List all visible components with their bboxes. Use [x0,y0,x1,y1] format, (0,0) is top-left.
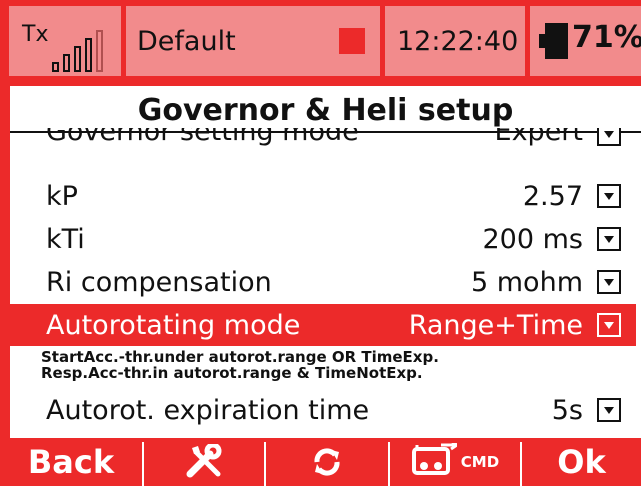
dropdown-arrow-icon[interactable] [597,313,621,337]
setting-label: Ri compensation [46,266,272,298]
setting-row-autorotating-mode[interactable]: Autorotating mode Range+Time [10,304,641,346]
scrollbar[interactable] [636,134,641,394]
ok-label: Ok [557,443,606,481]
battery-cell: 71% [530,6,641,76]
tx-signal-indicator: Tx [9,6,121,76]
setting-value: 5s [551,394,583,426]
info-line: Resp.Acc-thr.in autorot.range & TimeNotE… [41,364,423,382]
refresh-button[interactable] [266,438,388,486]
setting-label: Governor setting mode [46,128,359,147]
setting-row-ri-compensation[interactable]: Ri compensation 5 mohm [10,261,641,303]
dropdown-arrow-icon[interactable] [597,270,621,294]
setting-value: 200 ms [482,223,584,255]
cmd-button[interactable]: CMD [390,438,520,486]
setting-row-kp[interactable]: kP 2.57 [10,175,641,217]
setting-row-autorot-expiration[interactable]: Autorot. expiration time 5s [10,389,641,431]
setting-value: 5 mohm [471,266,583,298]
autorotation-info-text: StartAcc.-thr.under autorot.range OR Tim… [41,349,439,381]
battery-percent: 71% [572,20,641,55]
refresh-icon [314,448,340,476]
back-button[interactable]: Back [0,438,142,486]
dropdown-arrow-icon[interactable] [597,128,621,146]
setting-label: Autorot. expiration time [46,394,370,426]
info-line: StartAcc.-thr.under autorot.range OR Tim… [41,348,439,366]
setting-label: kTi [46,223,85,255]
setting-row-governor-mode[interactable]: Governor setting mode Expert [10,128,641,162]
clock: 12:22:40 [397,25,519,57]
transmitter-screen: Tx Default 12:22:40 71% Governor & Heli … [0,0,641,486]
bottom-button-bar: Back CMD Ok [0,438,641,486]
back-label: Back [27,443,115,481]
model-name: Default [137,25,236,57]
dropdown-arrow-icon[interactable] [597,184,621,208]
status-bar: Tx Default 12:22:40 71% [0,0,641,86]
cmd-label: CMD [460,453,500,471]
dropdown-arrow-icon[interactable] [597,398,621,422]
setting-label: Autorotating mode [46,309,301,341]
tools-button[interactable] [144,438,264,486]
main-panel: Governor & Heli setup Governor setting m… [10,86,641,438]
signal-bars-icon [52,20,112,72]
model-name-cell: Default [126,6,380,76]
transmitter-cmd-icon [411,443,457,475]
setting-row-kti[interactable]: kTi 200 ms [10,218,641,260]
wrench-screwdriver-icon [186,444,222,478]
model-indicator-icon [339,28,365,54]
tx-label: Tx [22,22,49,47]
page-title: Governor & Heli setup [137,93,514,128]
setting-value: Expert [494,128,583,147]
dropdown-arrow-icon[interactable] [597,227,621,251]
ok-button[interactable]: Ok [522,438,641,486]
setting-label: kP [46,180,78,212]
battery-icon [545,23,568,59]
setting-value: Range+Time [408,309,583,341]
clock-cell: 12:22:40 [385,6,525,76]
setting-value: 2.57 [522,180,583,212]
